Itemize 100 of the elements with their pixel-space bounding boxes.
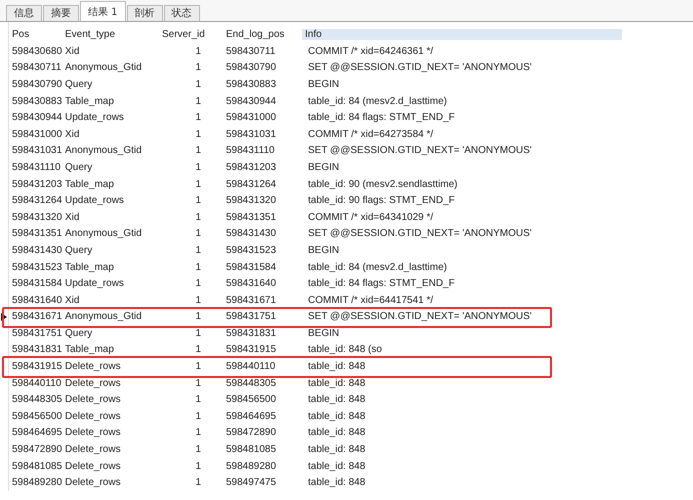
- table-cell-text: 598456500: [225, 394, 278, 406]
- table-cell-text: 598448305: [225, 378, 278, 389]
- table-cell-text: 1: [194, 228, 202, 240]
- table-cell-text: 598430883: [11, 96, 62, 107]
- table-cell-text: Update_rows: [64, 278, 125, 290]
- table-cell-text: 598430883: [225, 78, 278, 90]
- table-cell-text: 598431430: [11, 244, 62, 256]
- table-cell-text: Update_rows: [64, 195, 125, 206]
- table-cell-text: table_id: 90 (mesv2.sendlasttime): [307, 178, 459, 190]
- table-cell-text: 598431523: [11, 262, 62, 273]
- table-cell-text: 598431203: [11, 178, 62, 190]
- table-cell-text: table_id: 84 (mesv2.d_lasttime): [307, 96, 448, 107]
- table-cell-text: BEGIN: [307, 162, 340, 173]
- tab[interactable]: 信息: [6, 5, 42, 21]
- table-cell-text: Table_map: [64, 262, 115, 273]
- table-cell-text: 598431523: [225, 244, 278, 256]
- table-cell-text: table_id: 84 (mesv2.d_lasttime): [307, 262, 448, 273]
- table-cell-text: Anonymous_Gtid: [64, 62, 143, 74]
- table-cell-text: 598440110: [225, 361, 276, 372]
- column-header[interactable]: Pos: [9, 29, 62, 40]
- table-cell-text: table_id: 848: [307, 477, 366, 488]
- table-cell-text: 598472890: [11, 444, 62, 456]
- table-cell-text: table_id: 84 flags: STMT_END_F: [307, 112, 456, 124]
- table-cell-text: COMMIT /* xid=64246361 */: [307, 46, 434, 57]
- table-cell-text: 1: [194, 128, 202, 140]
- tab[interactable]: 结果 1: [80, 1, 126, 21]
- table-cell-text: COMMIT /* xid=64341029 */: [307, 212, 434, 223]
- table-cell-text: SET @@SESSION.GTID_NEXT= 'ANONYMOUS': [307, 145, 533, 156]
- table-cell-text: Anonymous_Gtid: [64, 228, 143, 240]
- tab[interactable]: 状态: [164, 5, 200, 21]
- table-cell-text: 1: [194, 278, 202, 290]
- table-cell-text: Anonymous_Gtid: [64, 311, 143, 322]
- table-cell-text: 1: [194, 96, 202, 107]
- table-cell-text: 598431751: [225, 311, 278, 322]
- table-cell-text: 598472890: [225, 427, 278, 438]
- table-cell-text: Query: [64, 328, 94, 339]
- table-cell-text: 598431751: [11, 328, 62, 339]
- table-cell-text: 598431915: [11, 361, 62, 372]
- table-cell-text: 598430944: [225, 96, 278, 107]
- table-cell-text: 1: [194, 178, 202, 190]
- table-cell-text: Table_map: [64, 344, 115, 356]
- tab[interactable]: 剖析: [126, 5, 163, 21]
- table-cell-text: Delete_rows: [64, 410, 122, 422]
- table-cell-text: 598431351: [225, 212, 278, 223]
- table-cell-text: table_id: 84 flags: STMT_END_F: [307, 278, 456, 290]
- table-cell-text: 1: [194, 444, 202, 456]
- table-cell-text: 1: [194, 262, 202, 273]
- table-cell-text: 598489280: [225, 460, 278, 472]
- table-cell-text: 598431264: [11, 195, 62, 206]
- table-cell-text: 1: [194, 294, 202, 306]
- table-cell-text: 598431320: [11, 212, 62, 223]
- column-header[interactable]: End_log_pos: [223, 29, 302, 40]
- table-cell-text: Delete_rows: [64, 394, 122, 406]
- table-cell-text: Delete_rows: [64, 427, 122, 438]
- table-cell-text: 598489280: [11, 477, 62, 488]
- table-cell-text: 1: [194, 378, 202, 389]
- table-cell-text: 1: [194, 361, 202, 372]
- table-cell-text: 598431640: [225, 278, 278, 290]
- table-cell-text: 1: [194, 410, 202, 422]
- table-cell-text: 1: [194, 46, 202, 57]
- column-header[interactable]: Event_type: [62, 29, 159, 40]
- table-cell-text: BEGIN: [307, 78, 340, 90]
- column-header[interactable]: Server_id: [159, 29, 223, 40]
- table-cell-text: 598431110: [11, 162, 62, 173]
- table-cell-text: 598431430: [225, 228, 278, 240]
- table-cell-text: Table_map: [64, 178, 115, 190]
- table-cell-text: 598431031: [225, 128, 278, 140]
- tab[interactable]: 摘要: [43, 5, 79, 21]
- table-cell-text: table_id: 848: [307, 427, 366, 438]
- table-cell-text: COMMIT /* xid=64273584 */: [307, 128, 434, 140]
- table-cell-text: 598431584: [11, 278, 62, 290]
- table-cell-text: 598448305: [11, 394, 62, 406]
- table-cell-text: table_id: 848: [307, 444, 366, 456]
- table-cell-text: table_id: 848: [307, 460, 366, 472]
- table-cell-text: Delete_rows: [64, 444, 122, 456]
- table-cell-text: Update_rows: [64, 112, 125, 124]
- table-cell-text: 598431000: [11, 128, 62, 140]
- table-cell-text: 598431320: [225, 195, 278, 206]
- table-cell-text: table_id: 848 (so: [307, 344, 383, 356]
- table-cell-text: 1: [194, 427, 202, 438]
- table-cell-text: 1: [194, 62, 202, 74]
- table-cell-text: 1: [194, 162, 202, 173]
- table-cell-text: Anonymous_Gtid: [64, 145, 143, 156]
- table-cell-text: 1: [194, 328, 202, 339]
- column-header[interactable]: Info: [302, 29, 622, 40]
- table-cell-text: 598430711: [11, 62, 62, 74]
- table-cell-text: Delete_rows: [64, 460, 122, 472]
- table-cell-text: 1: [194, 244, 202, 256]
- table-cell-text: SET @@SESSION.GTID_NEXT= 'ANONYMOUS': [307, 62, 533, 74]
- table-cell-text: 1: [194, 145, 202, 156]
- table-cell-text: 598440110: [11, 378, 62, 389]
- table-cell-text: 598430711: [225, 46, 276, 57]
- table-cell-text: COMMIT /* xid=64417541 */: [307, 294, 434, 306]
- table-cell-text: table_id: 90 flags: STMT_END_F: [307, 195, 456, 206]
- table-cell-text: 1: [194, 212, 202, 223]
- table-cell-text: SET @@SESSION.GTID_NEXT= 'ANONYMOUS': [307, 311, 533, 322]
- table-cell-text: Query: [64, 78, 94, 90]
- table-cell-text: Delete_rows: [64, 477, 122, 488]
- table-cell-text: 598464695: [225, 410, 278, 422]
- table-cell-text: 1: [194, 477, 202, 488]
